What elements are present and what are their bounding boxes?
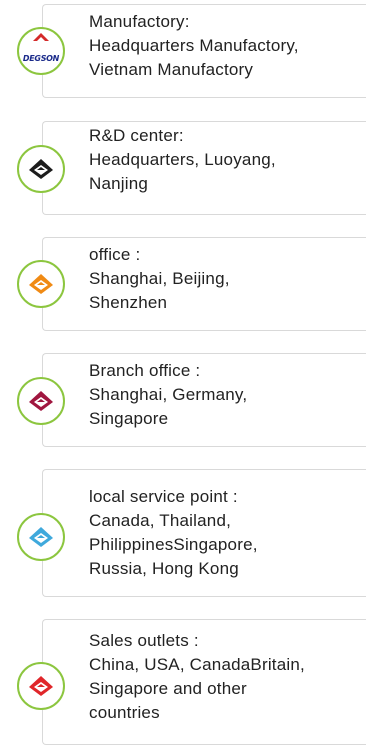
card-title: office : [89, 245, 141, 264]
card-line: Headquarters Manufactory, [89, 36, 299, 55]
card-line: Canada, Thailand, [89, 511, 232, 530]
degson-logo-icon: DEGSON [17, 27, 65, 75]
card-title: R&D center: [89, 126, 184, 145]
logo-text: DEGSON [22, 54, 60, 63]
card-line: Singapore and other [89, 679, 247, 698]
location-card-office: office : Shanghai, Beijing, Shenzhen [0, 237, 366, 331]
card-line: Singapore [89, 409, 169, 428]
location-card-local-service-point: local service point : Canada, Thailand, … [0, 469, 366, 597]
black-diamond-icon [17, 145, 65, 193]
card-line: China, USA, CanadaBritain, [89, 655, 305, 674]
card-line: Shanghai, Germany, [89, 385, 248, 404]
card-line: Headquarters, Luoyang, [89, 150, 276, 169]
card-title: Sales outlets : [89, 631, 199, 650]
card-text: office : Shanghai, Beijing, Shenzhen [89, 243, 364, 315]
card-text: Sales outlets : China, USA, CanadaBritai… [89, 629, 364, 725]
location-card-rnd-center: R&D center: Headquarters, Luoyang, Nanji… [0, 121, 366, 215]
card-line: Vietnam Manufactory [89, 60, 254, 79]
orange-diamond-icon [17, 260, 65, 308]
card-line: countries [89, 703, 160, 722]
card-title: Branch office : [89, 361, 201, 380]
card-line: Nanjing [89, 174, 149, 193]
red-diamond-icon [17, 662, 65, 710]
card-line: PhilippinesSingapore, [89, 535, 258, 554]
card-text: Branch office : Shanghai, Germany, Singa… [89, 359, 364, 431]
blue-diamond-icon [17, 513, 65, 561]
location-card-sales-outlets: Sales outlets : China, USA, CanadaBritai… [0, 619, 366, 745]
location-card-branch-office: Branch office : Shanghai, Germany, Singa… [0, 353, 366, 447]
card-line: Shenzhen [89, 293, 168, 312]
card-text: Manufactory: Headquarters Manufactory, V… [89, 10, 364, 82]
card-text: local service point : Canada, Thailand, … [89, 485, 364, 581]
card-line: Russia, Hong Kong [89, 559, 239, 578]
card-title: Manufactory: [89, 12, 190, 31]
location-card-manufactory: DEGSON Manufactory: Headquarters Manufac… [0, 0, 366, 98]
card-line: Shanghai, Beijing, [89, 269, 230, 288]
crimson-diamond-icon [17, 377, 65, 425]
card-title: local service point : [89, 487, 238, 506]
card-text: R&D center: Headquarters, Luoyang, Nanji… [89, 124, 364, 196]
